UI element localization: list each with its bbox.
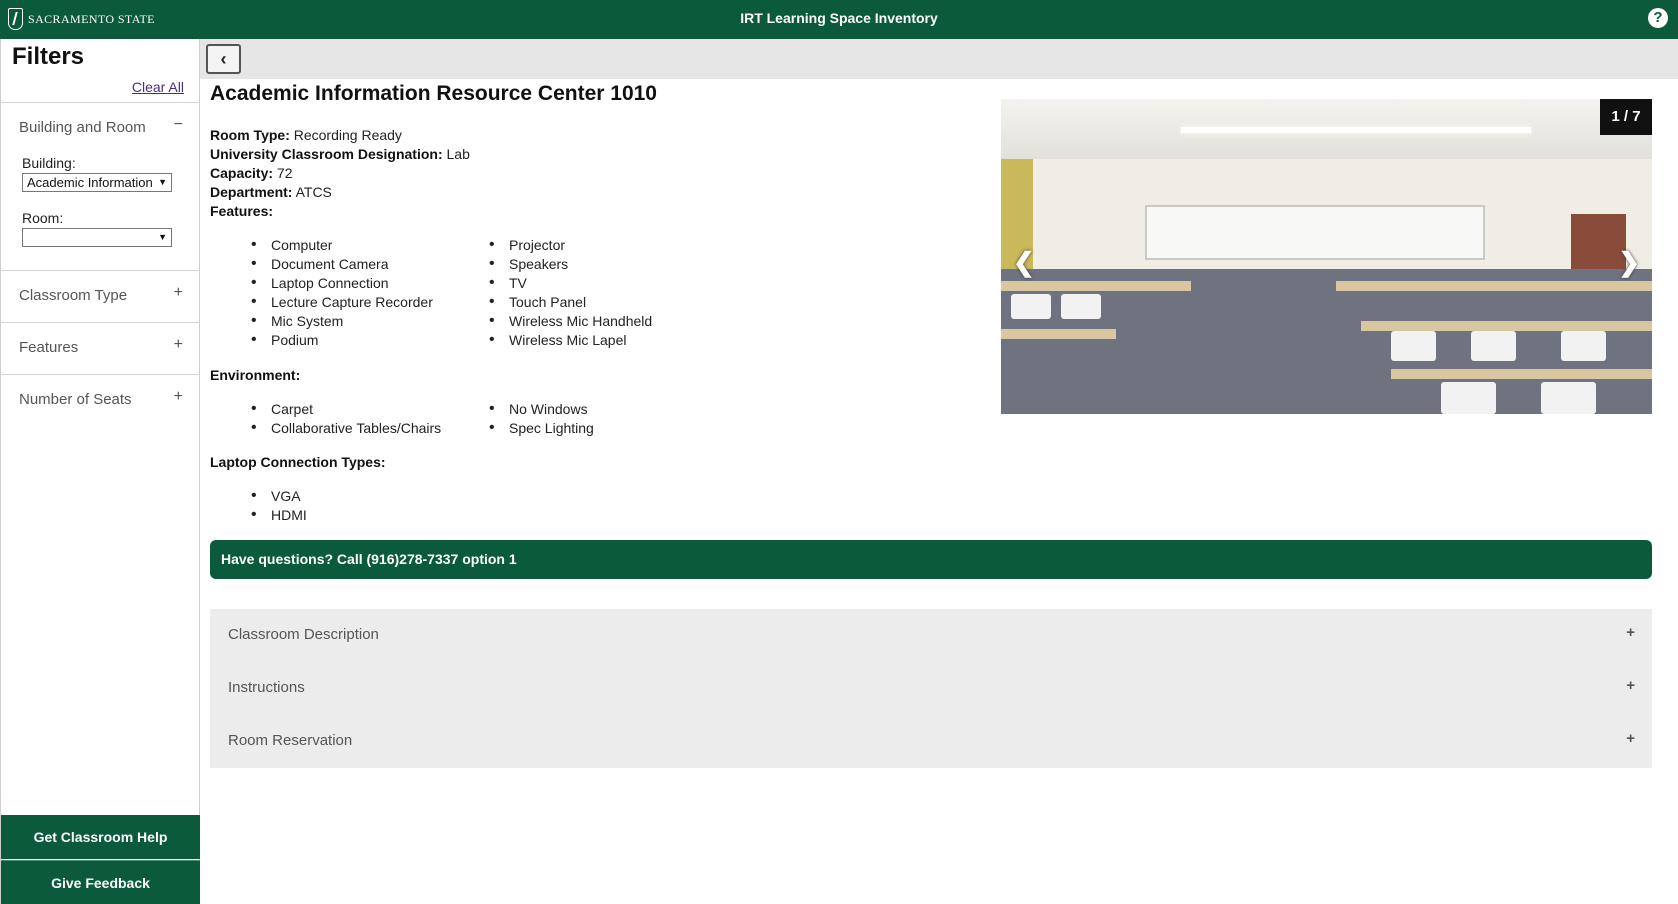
top-bar: SACRAMENTO STATE IRT Learning Space Inve… xyxy=(0,0,1678,39)
dropdown-caret-icon: ▼ xyxy=(158,232,167,242)
feature-item: Lecture Capture Recorder xyxy=(251,293,433,311)
give-feedback-button[interactable]: Give Feedback xyxy=(1,860,200,904)
feature-item: Touch Panel xyxy=(489,293,586,311)
environment-item: Collaborative Tables/Chairs xyxy=(251,419,441,437)
get-classroom-help-button[interactable]: Get Classroom Help xyxy=(1,815,200,859)
department-label: Department: xyxy=(210,184,293,200)
room-type-label: Room Type: xyxy=(210,127,290,143)
feature-item: Speakers xyxy=(489,255,568,273)
app-title: IRT Learning Space Inventory xyxy=(740,10,938,26)
filters-title: Filters xyxy=(12,43,85,70)
chevron-right-icon[interactable]: ❯ xyxy=(1618,247,1640,278)
accordion-label[interactable]: Instructions xyxy=(228,679,305,696)
feature-item: Mic System xyxy=(251,312,343,330)
feature-item: Podium xyxy=(251,331,319,349)
section-heading[interactable]: Number of Seats xyxy=(19,391,132,408)
expand-icon[interactable]: + xyxy=(1626,730,1635,747)
laptop-connection-heading: Laptop Connection Types: xyxy=(210,454,386,470)
room-select[interactable]: ▼ xyxy=(22,228,172,247)
building-and-room-section: Building and Room − Building: Academic I… xyxy=(1,102,200,270)
room-title: Academic Information Resource Center 101… xyxy=(210,82,657,105)
designation-line: University Classroom Designation: Lab xyxy=(210,146,470,162)
features-section[interactable]: Features + xyxy=(1,322,200,374)
chevron-left-icon[interactable]: ❮ xyxy=(1013,247,1035,278)
main-toolbar: ‹ xyxy=(200,39,1678,79)
number-of-seats-section[interactable]: Number of Seats + xyxy=(1,374,200,426)
feature-item: TV xyxy=(489,274,527,292)
environment-item: Spec Lighting xyxy=(489,419,594,437)
questions-banner: Have questions? Call (916)278-7337 optio… xyxy=(210,540,1652,579)
room-label: Room: xyxy=(22,210,64,226)
building-select-value: Academic Information xyxy=(27,175,153,190)
accordion-instructions[interactable]: Instructions + xyxy=(210,662,1652,715)
laptop-type-item: HDMI xyxy=(251,506,307,524)
chevron-left-icon: ‹ xyxy=(220,49,227,69)
department-line: Department: ATCS xyxy=(210,184,332,200)
building-label: Building: xyxy=(22,155,76,171)
classroom-type-section[interactable]: Classroom Type + xyxy=(1,270,200,322)
whiteboard xyxy=(1145,205,1485,260)
features-heading: Features: xyxy=(210,203,274,219)
help-icon[interactable]: ? xyxy=(1648,8,1668,28)
capacity-label: Capacity: xyxy=(210,165,274,181)
room-photo-carousel[interactable]: 1 / 7 ❮ ❯ xyxy=(1001,99,1652,414)
section-heading[interactable]: Classroom Type xyxy=(19,287,127,304)
expand-icon[interactable]: + xyxy=(174,284,183,302)
feature-item: Computer xyxy=(251,236,333,254)
feature-item: Wireless Mic Handheld xyxy=(489,312,652,330)
environment-item: No Windows xyxy=(489,400,587,418)
capacity-value: 72 xyxy=(276,165,293,181)
expand-icon[interactable]: + xyxy=(1626,677,1635,694)
capacity-line: Capacity: 72 xyxy=(210,165,293,181)
accordion-label[interactable]: Classroom Description xyxy=(228,626,379,643)
photo-counter: 1 / 7 xyxy=(1600,99,1652,135)
details-accordion: Classroom Description + Instructions + R… xyxy=(210,609,1652,768)
designation-value: Lab xyxy=(446,146,470,162)
laptop-type-item: VGA xyxy=(251,487,300,505)
building-select[interactable]: Academic Information ▼ xyxy=(22,173,172,192)
expand-icon[interactable]: + xyxy=(174,336,183,354)
back-button[interactable]: ‹ xyxy=(206,44,241,74)
filters-sidebar: Filters Clear All Building and Room − Bu… xyxy=(0,39,200,904)
feature-item: Wireless Mic Lapel xyxy=(489,331,627,349)
designation-label: University Classroom Designation: xyxy=(210,146,443,162)
accordion-classroom-description[interactable]: Classroom Description + xyxy=(210,609,1652,662)
environment-item: Carpet xyxy=(251,400,313,418)
section-heading[interactable]: Features xyxy=(19,339,78,356)
section-heading[interactable]: Building and Room xyxy=(19,119,146,136)
clear-all-link[interactable]: Clear All xyxy=(132,79,184,95)
accordion-label[interactable]: Room Reservation xyxy=(228,732,352,749)
dropdown-caret-icon: ▼ xyxy=(158,177,167,187)
accordion-room-reservation[interactable]: Room Reservation + xyxy=(210,715,1652,768)
expand-icon[interactable]: + xyxy=(1626,624,1635,641)
department-value: ATCS xyxy=(295,184,332,200)
collapse-icon[interactable]: − xyxy=(174,116,183,134)
feature-item: Projector xyxy=(489,236,565,254)
environment-heading: Environment: xyxy=(210,367,301,383)
feature-item: Laptop Connection xyxy=(251,274,388,292)
feature-item: Document Camera xyxy=(251,255,388,273)
room-type-line: Room Type: Recording Ready xyxy=(210,127,402,143)
room-type-value: Recording Ready xyxy=(293,127,402,143)
expand-icon[interactable]: + xyxy=(174,388,183,406)
